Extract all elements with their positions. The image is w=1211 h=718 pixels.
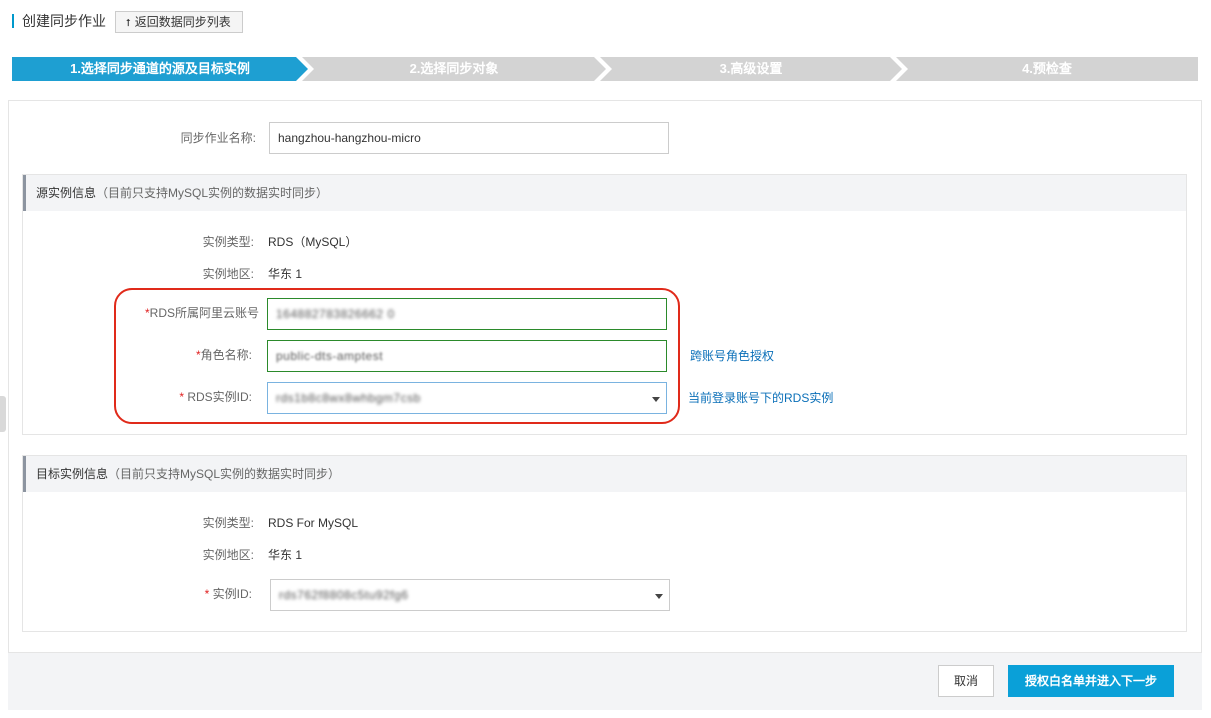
annotation-highlight bbox=[114, 288, 680, 424]
target-instance-select[interactable]: rds762f8808c5tu92fg6 bbox=[270, 579, 670, 611]
step-1-label: 1.选择同步通道的源及目标实例 bbox=[70, 61, 250, 76]
source-heading: 源实例信息 bbox=[36, 186, 97, 200]
target-instance-label: * 实例ID: bbox=[72, 586, 252, 602]
job-name-label: 同步作业名称: bbox=[180, 131, 256, 145]
current-account-rds-link[interactable]: 当前登录账号下的RDS实例 bbox=[688, 389, 833, 406]
target-heading-note: （目前只支持MySQL实例的数据实时同步） bbox=[108, 467, 341, 481]
job-name-input[interactable]: hangzhou-hangzhou-micro bbox=[269, 122, 669, 154]
cancel-button[interactable]: 取消 bbox=[938, 665, 994, 697]
target-region-value: 华东 1 bbox=[268, 548, 303, 562]
target-heading: 目标实例信息 bbox=[36, 467, 109, 481]
source-heading-note: （目前只支持MySQL实例的数据实时同步） bbox=[96, 186, 329, 200]
source-section-header: 源实例信息（目前只支持MySQL实例的数据实时同步） bbox=[23, 175, 1186, 211]
step-3-label: 3.高级设置 bbox=[719, 61, 783, 76]
back-to-list-button[interactable]: ⭡ 返回数据同步列表 bbox=[115, 11, 243, 33]
source-type-label: 实例类型: bbox=[202, 235, 254, 249]
target-type-value: RDS For MySQL bbox=[268, 516, 359, 530]
target-type-label: 实例类型: bbox=[202, 516, 254, 530]
source-region-value: 华东 1 bbox=[268, 267, 303, 281]
back-button-label: 返回数据同步列表 bbox=[134, 15, 231, 29]
page-title: 创建同步作业 bbox=[22, 13, 106, 29]
back-arrow-icon: ⭡ bbox=[126, 18, 131, 29]
required-star: * bbox=[204, 587, 210, 601]
source-region-label: 实例地区: bbox=[202, 267, 254, 281]
target-region-label: 实例地区: bbox=[202, 548, 254, 562]
side-drag-handle[interactable] bbox=[0, 396, 6, 432]
chevron-down-icon[interactable] bbox=[655, 594, 663, 599]
step-4-label: 4.预检查 bbox=[1022, 61, 1072, 76]
wizard-steps: 1.选择同步通道的源及目标实例 2.选择同步对象 3.高级设置 4.预检查 bbox=[12, 57, 1198, 81]
step-2-label: 2.选择同步对象 bbox=[409, 61, 499, 76]
target-instance-value: rds762f8808c5tu92fg6 bbox=[279, 588, 409, 602]
step-3: 3.高级设置 bbox=[600, 57, 902, 81]
step-1: 1.选择同步通道的源及目标实例 bbox=[12, 57, 308, 81]
source-type-value: RDS（MySQL） bbox=[268, 235, 358, 249]
step-4: 4.预检查 bbox=[896, 57, 1198, 81]
cross-account-role-link[interactable]: 跨账号角色授权 bbox=[690, 347, 774, 364]
authorize-next-button[interactable]: 授权白名单并进入下一步 bbox=[1008, 665, 1174, 697]
step-2: 2.选择同步对象 bbox=[302, 57, 606, 81]
target-instance-label-text: 实例ID: bbox=[212, 587, 252, 601]
target-section-header: 目标实例信息（目前只支持MySQL实例的数据实时同步） bbox=[23, 456, 1186, 492]
title-accent-bar bbox=[12, 14, 14, 28]
